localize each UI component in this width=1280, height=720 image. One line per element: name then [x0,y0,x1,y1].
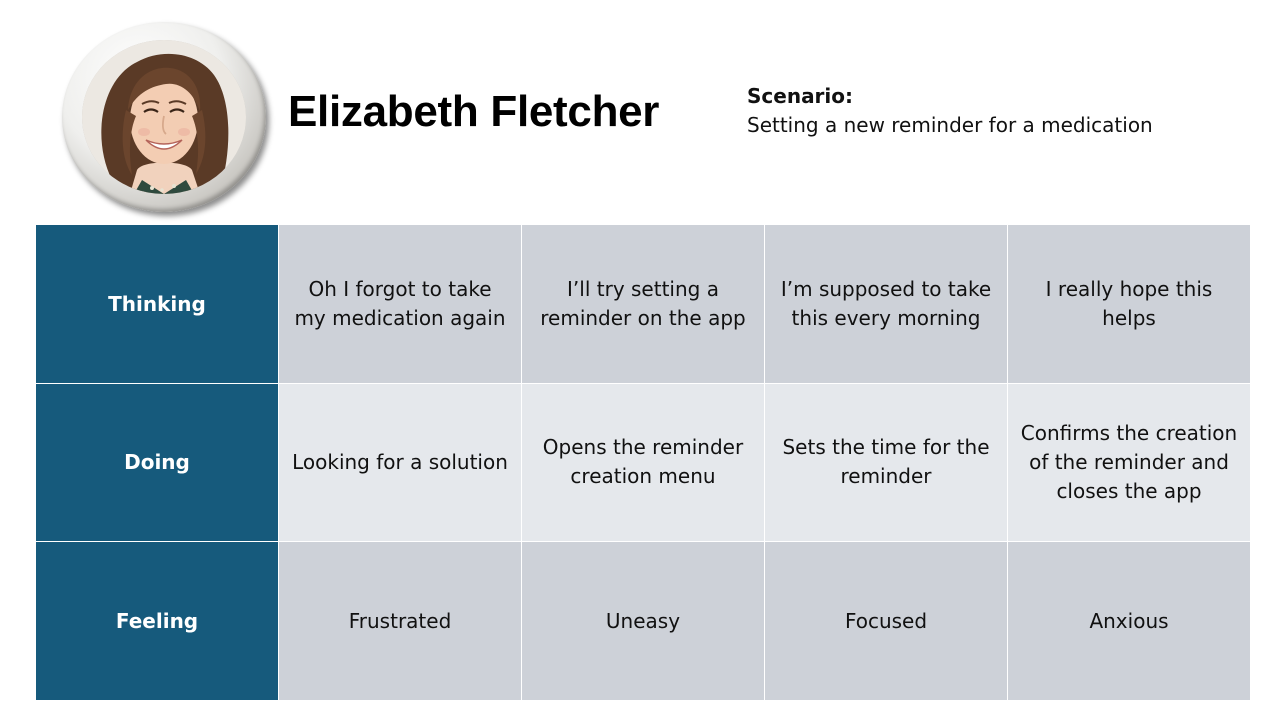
thinking-cell-4: I really hope this helps [1008,225,1250,383]
row-header-feeling: Feeling [36,542,278,700]
feeling-cell-3: Focused [765,542,1007,700]
row-header-doing: Doing [36,383,278,542]
scenario-block: Scenario: Setting a new reminder for a m… [747,82,1153,140]
scenario-label: Scenario: [747,84,854,108]
feeling-cell-4: Anxious [1008,542,1250,700]
persona-photo-icon [82,40,246,194]
doing-cell-1: Looking for a solution [279,383,521,542]
thinking-cell-3: I’m supposed to take this every morning [765,225,1007,383]
persona-journey-slide: Elizabeth Fletcher Scenario: Setting a n… [0,0,1280,720]
feeling-cell-1: Frustrated [279,542,521,700]
journey-table: Thinking Oh I forgot to take my medicati… [36,225,1250,700]
thinking-cell-1: Oh I forgot to take my medication again [279,225,521,383]
thinking-cell-2: I’ll try setting a reminder on the app [522,225,764,383]
avatar [82,40,246,194]
doing-cell-3: Sets the time for the reminder [765,383,1007,542]
avatar-frame [62,22,266,212]
persona-name: Elizabeth Fletcher [288,87,660,136]
row-header-thinking: Thinking [36,225,278,383]
feeling-cell-2: Uneasy [522,542,764,700]
doing-cell-2: Opens the reminder creation menu [522,383,764,542]
doing-cell-4: Confirms the creation of the reminder an… [1008,383,1250,542]
scenario-text: Setting a new reminder for a medication [747,113,1153,137]
